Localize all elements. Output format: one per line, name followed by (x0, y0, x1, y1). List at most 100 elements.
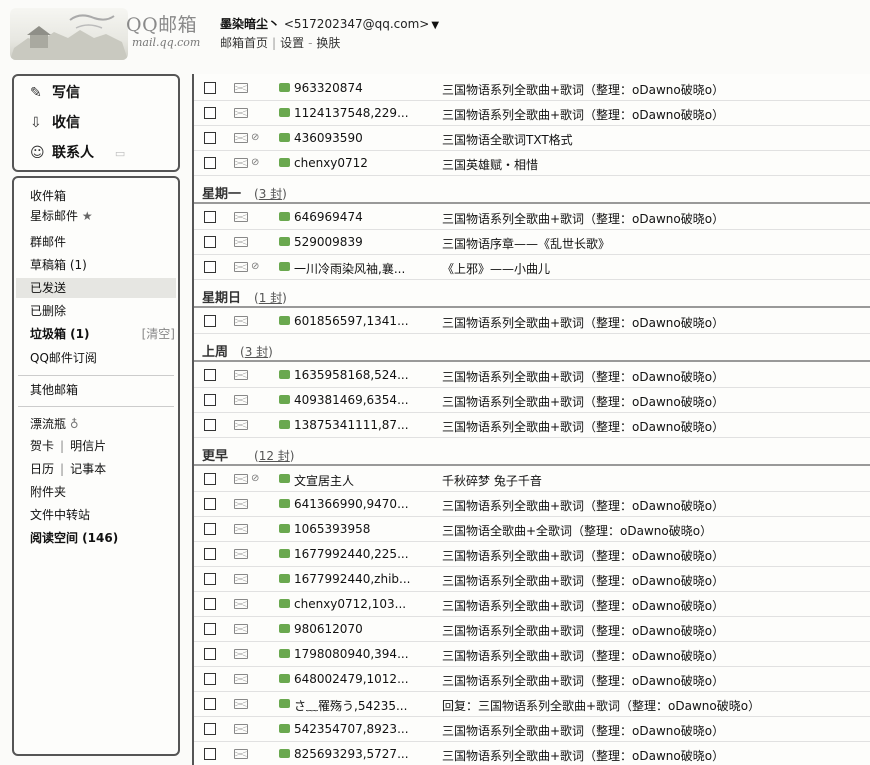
date-group-count[interactable]: (3 封) (254, 185, 287, 202)
mail-checkbox[interactable] (204, 157, 216, 169)
mail-subject[interactable]: 千秋碎梦 兔子千音 (442, 472, 542, 489)
chat-bubble-icon[interactable]: ▭ (115, 147, 125, 160)
mail-row[interactable]: 409381469,6354... 三国物语系列全歌曲+歌词（整理：oDawno破… (194, 388, 870, 413)
mail-subject[interactable]: 三国物语系列全歌曲+歌词（整理：oDawno破晓o） (442, 572, 724, 589)
mail-subject[interactable]: 三国物语系列全歌曲+歌词（整理：oDawno破晓o） (442, 418, 724, 435)
date-group-count-link[interactable]: 12 封 (259, 449, 290, 463)
date-group-count[interactable]: (3 封) (240, 343, 273, 360)
mail-subject[interactable]: 三国物语系列全歌曲+歌词（整理：oDawno破晓o） (442, 722, 724, 739)
compose-button[interactable]: ✎ 写信 (30, 82, 80, 104)
mail-subject[interactable]: 三国物语系列全歌曲+歌词（整理：oDawno破晓o） (442, 368, 724, 385)
date-group-count-link[interactable]: 3 封 (259, 187, 282, 201)
mail-row[interactable]: 601856597,1341... 三国物语系列全歌曲+歌词（整理：oDawno破… (194, 309, 870, 334)
folder-spam[interactable]: 垃圾箱 (1) [清空] (30, 324, 175, 344)
folder-sent[interactable]: 已发送 (16, 278, 176, 298)
mail-checkbox[interactable] (204, 598, 216, 610)
receive-button[interactable]: ⇩ 收信 (30, 112, 80, 134)
mail-subject[interactable]: 《上邪》——小曲儿 (442, 260, 550, 277)
mail-checkbox[interactable] (204, 394, 216, 406)
mail-checkbox[interactable] (204, 236, 216, 248)
mail-row[interactable]: ⊘ 一川冷雨染风袖,襄... 《上邪》——小曲儿 (194, 255, 870, 280)
attachments-link[interactable]: 附件夹 (30, 482, 175, 502)
mail-subject[interactable]: 三国物语系列全歌曲+歌词（整理：oDawno破晓o） (442, 597, 724, 614)
notes-link[interactable]: 记事本 (70, 462, 106, 476)
mail-subject[interactable]: 三国物语序章——《乱世长歌》 (442, 235, 610, 252)
mail-subject[interactable]: 三国物语系列全歌曲+歌词（整理：oDawno破晓o） (442, 547, 724, 564)
folder-drafts[interactable]: 草稿箱 (1) (30, 255, 175, 275)
mail-subject[interactable]: 三国物语全歌曲+全歌词（整理：oDawno破晓o） (442, 522, 712, 539)
mail-checkbox[interactable] (204, 748, 216, 760)
reading-space-link[interactable]: 阅读空间 (146) (30, 528, 175, 548)
mail-subject[interactable]: 三国物语系列全歌曲+歌词（整理：oDawno破晓o） (442, 647, 724, 664)
folder-deleted[interactable]: 已删除 (30, 301, 175, 321)
mail-checkbox[interactable] (204, 211, 216, 223)
mail-subject[interactable]: 三国物语全歌词TXT格式 (442, 131, 573, 148)
mail-subject[interactable]: 三国物语系列全歌曲+歌词（整理：oDawno破晓o） (442, 210, 724, 227)
date-group-count[interactable]: (1 封) (254, 289, 287, 306)
mail-checkbox[interactable] (204, 673, 216, 685)
mail-row[interactable]: 1065393958 三国物语全歌曲+全歌词（整理：oDawno破晓o） (194, 517, 870, 542)
mail-row[interactable]: 641366990,9470... 三国物语系列全歌曲+歌词（整理：oDawno破… (194, 492, 870, 517)
file-transfer-link[interactable]: 文件中转站 (30, 505, 175, 525)
folder-starred[interactable]: 星标邮件 ★ (30, 206, 175, 226)
folder-other-mail[interactable]: 其他邮箱 (30, 380, 175, 400)
mail-subject[interactable]: 三国物语系列全歌曲+歌词（整理：oDawno破晓o） (442, 393, 724, 410)
settings-link[interactable]: 设置 (280, 36, 304, 50)
user-email[interactable]: <517202347@qq.com> (284, 17, 430, 31)
postcards-link[interactable]: 明信片 (70, 439, 106, 453)
folder-subscriptions[interactable]: QQ邮件订阅 (30, 348, 175, 368)
mail-row[interactable]: さ﹏罹殇う,54235... 回复：三国物语系列全歌曲+歌词（整理：oDawno破… (194, 692, 870, 717)
mail-checkbox[interactable] (204, 523, 216, 535)
mail-checkbox[interactable] (204, 498, 216, 510)
mail-subject[interactable]: 三国物语系列全歌曲+歌词（整理：oDawno破晓o） (442, 672, 724, 689)
mail-subject[interactable]: 三国物语系列全歌曲+歌词（整理：oDawno破晓o） (442, 747, 724, 764)
mail-subject[interactable]: 回复：三国物语系列全歌曲+歌词（整理：oDawno破晓o） (442, 697, 760, 714)
mail-checkbox[interactable] (204, 573, 216, 585)
account-dropdown-icon[interactable]: ▼ (431, 20, 439, 31)
folder-group[interactable]: 群邮件 (30, 232, 175, 252)
mail-checkbox[interactable] (204, 648, 216, 660)
mail-row[interactable]: 13875341111,87... 三国物语系列全歌曲+歌词（整理：oDawno破… (194, 413, 870, 438)
mail-row[interactable]: 1677992440,zhib... 三国物语系列全歌曲+歌词（整理：oDawno… (194, 567, 870, 592)
mail-subject[interactable]: 三国物语系列全歌曲+歌词（整理：oDawno破晓o） (442, 622, 724, 639)
mail-row[interactable]: 1798080940,394... 三国物语系列全歌曲+歌词（整理：oDawno破… (194, 642, 870, 667)
mail-row[interactable]: 1124137548,229... 三国物语系列全歌曲+歌词（整理：oDawno破… (194, 101, 870, 126)
mail-row[interactable]: ⊘ chenxy0712 三国英雄赋・相惜 (194, 151, 870, 176)
mail-checkbox[interactable] (204, 107, 216, 119)
mail-checkbox[interactable] (204, 723, 216, 735)
mail-checkbox[interactable] (204, 623, 216, 635)
mail-row[interactable]: 529009839 三国物语序章——《乱世长歌》 (194, 230, 870, 255)
mail-subject[interactable]: 三国物语系列全歌曲+歌词（整理：oDawno破晓o） (442, 314, 724, 331)
mail-checkbox[interactable] (204, 698, 216, 710)
drift-bottle-link[interactable]: 漂流瓶 ♁ (30, 414, 175, 434)
mail-row[interactable]: ⊘ 文宣居主人 千秋碎梦 兔子千音 (194, 467, 870, 492)
mail-checkbox[interactable] (204, 419, 216, 431)
mail-subject[interactable]: 三国英雄赋・相惜 (442, 156, 538, 173)
mail-subject[interactable]: 三国物语系列全歌曲+歌词（整理：oDawno破晓o） (442, 497, 724, 514)
clear-spam-link[interactable]: [清空] (142, 324, 175, 344)
mail-checkbox[interactable] (204, 132, 216, 144)
date-group-count[interactable]: (12 封) (254, 447, 294, 464)
mail-row[interactable]: chenxy0712,103... 三国物语系列全歌曲+歌词（整理：oDawno破… (194, 592, 870, 617)
mail-checkbox[interactable] (204, 548, 216, 560)
date-group-count-link[interactable]: 3 封 (245, 345, 268, 359)
mail-row[interactable]: 825693293,5727... 三国物语系列全歌曲+歌词（整理：oDawno破… (194, 742, 870, 765)
date-group-count-link[interactable]: 1 封 (259, 291, 282, 305)
mail-subject[interactable]: 三国物语系列全歌曲+歌词（整理：oDawno破晓o） (442, 81, 724, 98)
home-link[interactable]: 邮箱首页 (220, 36, 268, 50)
calendar-link[interactable]: 日历 (30, 462, 54, 476)
folder-inbox[interactable]: 收件箱 (30, 186, 175, 206)
mail-row[interactable]: 542354707,8923... 三国物语系列全歌曲+歌词（整理：oDawno破… (194, 717, 870, 742)
mail-row[interactable]: 1677992440,225... 三国物语系列全歌曲+歌词（整理：oDawno破… (194, 542, 870, 567)
mail-row[interactable]: 648002479,1012... 三国物语系列全歌曲+歌词（整理：oDawno破… (194, 667, 870, 692)
mail-row[interactable]: 963320874 三国物语系列全歌曲+歌词（整理：oDawno破晓o） (194, 76, 870, 101)
mail-checkbox[interactable] (204, 315, 216, 327)
mail-row[interactable]: 1635958168,524... 三国物语系列全歌曲+歌词（整理：oDawno破… (194, 363, 870, 388)
mail-checkbox[interactable] (204, 473, 216, 485)
mail-row[interactable]: 980612070 三国物语系列全歌曲+歌词（整理：oDawno破晓o） (194, 617, 870, 642)
cards-link[interactable]: 贺卡 (30, 439, 54, 453)
contacts-button[interactable]: ☺ 联系人 ▭ (30, 142, 125, 164)
mail-subject[interactable]: 三国物语系列全歌曲+歌词（整理：oDawno破晓o） (442, 106, 724, 123)
qq-mail-logo[interactable]: QQ邮箱 mail.qq.com (10, 8, 210, 60)
mail-checkbox[interactable] (204, 82, 216, 94)
